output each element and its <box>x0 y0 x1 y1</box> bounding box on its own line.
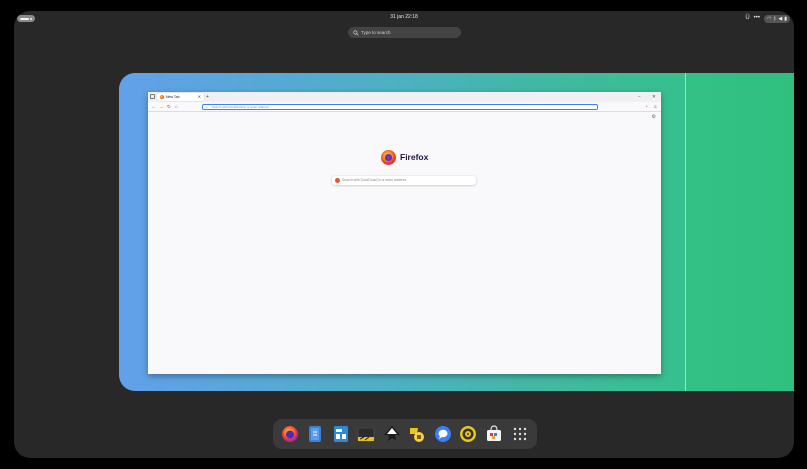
close-window-icon[interactable]: ✕ <box>652 93 656 100</box>
firefox-logo-icon <box>381 150 396 165</box>
url-bar[interactable]: ⌕ Search with DuckDuckGo or enter addres… <box>202 103 598 110</box>
firefox-favicon-icon <box>160 95 164 99</box>
gear-icon[interactable]: ⚙ <box>652 114 656 120</box>
reload-icon[interactable]: ↻ <box>167 103 171 110</box>
duckduckgo-icon <box>335 178 340 183</box>
bluetooth-icon: ᛒ <box>773 15 777 22</box>
app-grid-icon[interactable] <box>511 425 529 443</box>
tab-bar: New Tab ✕ + – ✕ <box>148 92 661 102</box>
volume-icon: ◀ <box>778 15 783 22</box>
url-search-icon: ⌕ <box>206 105 208 110</box>
wifi-icon: ◠ <box>766 15 772 22</box>
text-editor-icon[interactable] <box>306 425 324 443</box>
minimize-icon[interactable]: – <box>638 93 641 100</box>
screen: 31 jan 22:18 Ü ••• ◠ ᛒ ◀ ▮ Type to searc… <box>0 0 807 469</box>
search-placeholder: Type to search <box>361 30 391 35</box>
new-tab-icon[interactable]: + <box>206 93 209 101</box>
overview-search-field[interactable]: Type to search <box>348 27 461 38</box>
nav-bar: ← → ↻ ⌂ ⌕ Search with DuckDuckGo or ente… <box>148 102 661 112</box>
tray-more-icon[interactable]: ••• <box>754 14 760 23</box>
tab-new-tab[interactable]: New Tab ✕ <box>157 93 204 101</box>
tab-title: New Tab <box>166 94 180 99</box>
ntp-search-box[interactable]: Search with DuckDuckGo or enter address <box>332 176 476 185</box>
firefox-wordmark: Firefox <box>400 152 429 162</box>
system-tray: Ü ••• ◠ ᛒ ◀ ▮ <box>745 14 790 23</box>
software-store-icon[interactable] <box>485 425 503 443</box>
back-icon[interactable]: ← <box>151 103 156 110</box>
firefox-icon[interactable] <box>281 425 299 443</box>
account-icon[interactable]: ◔ <box>645 103 648 110</box>
office-writer-icon[interactable] <box>332 425 350 443</box>
firefox-window[interactable]: New Tab ✕ + – ✕ ← → ↻ ⌂ ⌕ Search with Du… <box>148 92 661 374</box>
search-icon <box>353 29 359 36</box>
battery-icon: ▮ <box>784 15 787 22</box>
home-icon[interactable]: ⌂ <box>175 103 178 110</box>
music-player-icon[interactable] <box>459 425 477 443</box>
url-placeholder: Search with DuckDuckGo or enter address <box>212 105 269 110</box>
overview-desktop: 31 jan 22:18 Ü ••• ◠ ᛒ ◀ ▮ Type to searc… <box>14 11 794 458</box>
tray-indicator[interactable]: Ü <box>745 14 749 23</box>
chat-icon[interactable] <box>434 425 452 443</box>
forward-icon[interactable]: → <box>159 103 164 110</box>
terminal-icon[interactable] <box>357 425 375 443</box>
dash-dock <box>273 419 537 449</box>
top-bar: 31 jan 22:18 Ü ••• ◠ ᛒ ◀ ▮ <box>14 11 794 26</box>
inkscape-icon[interactable] <box>383 425 401 443</box>
files-icon[interactable] <box>408 425 426 443</box>
close-tab-icon[interactable]: ✕ <box>198 94 201 100</box>
next-workspace-thumbnail[interactable] <box>685 73 794 391</box>
system-menu-button[interactable]: ◠ ᛒ ◀ ▮ <box>763 14 790 23</box>
clock[interactable]: 31 jan 22:18 <box>14 14 794 20</box>
menu-icon[interactable]: ≡ <box>654 103 657 110</box>
ntp-search-placeholder: Search with DuckDuckGo or enter address <box>342 178 407 182</box>
tab-list-icon[interactable] <box>150 94 155 99</box>
